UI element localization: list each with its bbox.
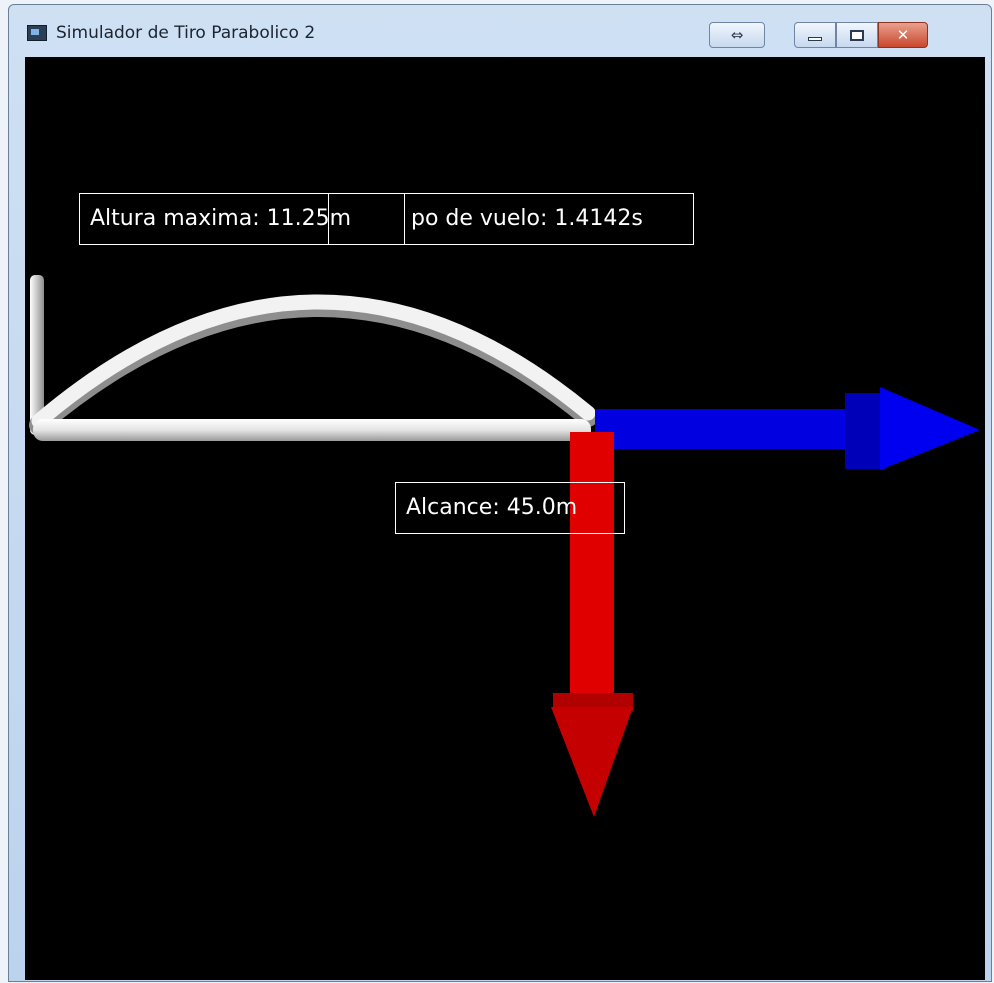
app-icon xyxy=(27,25,47,41)
tiempo-vuelo-text: po de vuelo: 1.4142s xyxy=(411,206,643,231)
x-axis-collar xyxy=(845,393,885,469)
maximize-icon xyxy=(850,29,864,41)
altura-maxima-label: Altura maxima: 11.25m xyxy=(79,193,405,245)
app-window: Simulador de Tiro Parabolico 2 ⇔ ✕ Altur… xyxy=(8,4,992,982)
range-line xyxy=(33,419,591,441)
trajectory-arc xyxy=(31,294,596,429)
label-divider xyxy=(328,194,329,244)
alcance-text: Alcance: 45.0m xyxy=(406,495,578,520)
alcance-label: Alcance: 45.0m xyxy=(395,482,625,534)
simulation-canvas[interactable]: Altura maxima: 11.25m po de vuelo: 1.414… xyxy=(25,57,985,980)
maximize-button[interactable] xyxy=(836,22,878,48)
minimize-icon xyxy=(808,37,822,41)
window-title: Simulador de Tiro Parabolico 2 xyxy=(56,23,316,43)
close-icon: ✕ xyxy=(896,26,910,44)
title-bar[interactable]: Simulador de Tiro Parabolico 2 ⇔ ✕ xyxy=(9,5,991,57)
tiempo-vuelo-label: po de vuelo: 1.4142s xyxy=(404,193,694,245)
resize-button[interactable]: ⇔ xyxy=(709,22,765,48)
y-axis-arrowhead xyxy=(551,707,633,817)
close-button[interactable]: ✕ xyxy=(878,22,928,48)
double-arrow-icon: ⇔ xyxy=(730,26,744,44)
altura-maxima-text: Altura maxima: 11.25m xyxy=(90,206,352,231)
x-axis-shaft xyxy=(595,409,885,449)
minimize-button[interactable] xyxy=(794,22,836,48)
y-axis-shaft xyxy=(570,432,614,702)
x-axis-arrowhead xyxy=(880,387,980,470)
